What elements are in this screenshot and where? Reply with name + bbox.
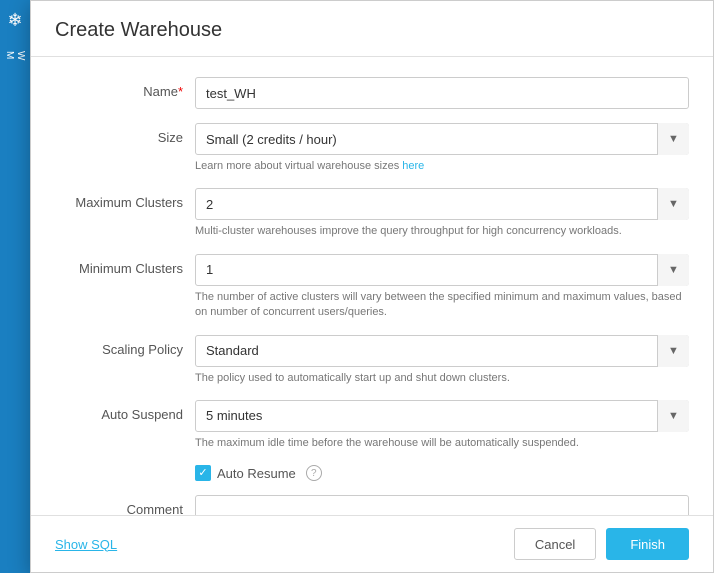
create-warehouse-dialog: Create Warehouse Name* Size X-Small <box>30 0 714 573</box>
comment-input[interactable] <box>195 495 689 515</box>
min-clusters-hint: The number of active clusters will vary … <box>195 290 689 321</box>
sidebar: ❄ WM <box>0 0 30 573</box>
show-sql-button[interactable]: Show SQL <box>55 537 117 552</box>
size-select-wrap: X-Small (1 credit / hour) Small (2 credi… <box>195 123 689 155</box>
cancel-button[interactable]: Cancel <box>514 528 596 560</box>
min-clusters-label: Minimum Clusters <box>55 254 195 276</box>
auto-suspend-label: Auto Suspend <box>55 400 195 422</box>
auto-suspend-select-wrap: 1 minute 5 minutes 10 minutes 15 minutes… <box>195 400 689 432</box>
max-clusters-select-wrap: 1 2 3 4 5 ▼ <box>195 188 689 220</box>
min-clusters-row: Minimum Clusters 1 2 3 4 5 ▼ <box>55 254 689 321</box>
scaling-policy-select[interactable]: Standard Economy <box>195 335 689 367</box>
auto-resume-checkbox[interactable]: ✓ <box>195 465 211 481</box>
checkmark-icon: ✓ <box>198 468 207 479</box>
name-label: Name* <box>55 77 195 99</box>
finish-button[interactable]: Finish <box>606 528 689 560</box>
size-select[interactable]: X-Small (1 credit / hour) Small (2 credi… <box>195 123 689 155</box>
dialog-title: Create Warehouse <box>55 19 689 42</box>
snowflake-icon: ❄ <box>7 10 22 31</box>
min-clusters-select[interactable]: 1 2 3 4 5 <box>195 254 689 286</box>
auto-suspend-row: Auto Suspend 1 minute 5 minutes 10 minut… <box>55 400 689 451</box>
comment-row: Comment <box>55 495 689 515</box>
dialog-body: Name* Size X-Small (1 credit / hour) Sma… <box>31 57 713 515</box>
max-clusters-row: Maximum Clusters 1 2 3 4 5 ▼ <box>55 188 689 239</box>
scaling-policy-hint: The policy used to automatically start u… <box>195 371 689 386</box>
name-row: Name* <box>55 77 689 109</box>
auto-resume-label: Auto Resume <box>217 466 296 481</box>
size-label: Size <box>55 123 195 145</box>
name-control-wrap <box>195 77 689 109</box>
sidebar-text: WM <box>4 51 26 60</box>
max-clusters-control-wrap: 1 2 3 4 5 ▼ Multi-cluster warehouses imp… <box>195 188 689 239</box>
scaling-policy-row: Scaling Policy Standard Economy ▼ The po… <box>55 335 689 386</box>
scaling-policy-select-wrap: Standard Economy ▼ <box>195 335 689 367</box>
auto-suspend-hint: The maximum idle time before the warehou… <box>195 436 689 451</box>
comment-control-wrap <box>195 495 689 515</box>
size-control-wrap: X-Small (1 credit / hour) Small (2 credi… <box>195 123 689 174</box>
scaling-policy-label: Scaling Policy <box>55 335 195 357</box>
size-hint-link[interactable]: here <box>402 160 424 172</box>
max-clusters-label: Maximum Clusters <box>55 188 195 210</box>
dialog-footer: Show SQL Cancel Finish <box>31 515 713 572</box>
footer-buttons: Cancel Finish <box>514 528 689 560</box>
auto-suspend-control-wrap: 1 minute 5 minutes 10 minutes 15 minutes… <box>195 400 689 451</box>
size-hint: Learn more about virtual warehouse sizes… <box>195 159 689 174</box>
auto-suspend-select[interactable]: 1 minute 5 minutes 10 minutes 15 minutes… <box>195 400 689 432</box>
auto-resume-help-icon[interactable]: ? <box>306 465 322 481</box>
dialog-header: Create Warehouse <box>31 1 713 57</box>
max-clusters-select[interactable]: 1 2 3 4 5 <box>195 188 689 220</box>
comment-label: Comment <box>55 495 195 515</box>
min-clusters-select-wrap: 1 2 3 4 5 ▼ <box>195 254 689 286</box>
max-clusters-hint: Multi-cluster warehouses improve the que… <box>195 224 689 239</box>
auto-resume-wrap: ✓ Auto Resume ? <box>195 465 322 481</box>
name-input[interactable] <box>195 77 689 109</box>
scaling-policy-control-wrap: Standard Economy ▼ The policy used to au… <box>195 335 689 386</box>
auto-resume-row: ✓ Auto Resume ? <box>55 465 689 481</box>
min-clusters-control-wrap: 1 2 3 4 5 ▼ The number of active cluster… <box>195 254 689 321</box>
size-row: Size X-Small (1 credit / hour) Small (2 … <box>55 123 689 174</box>
